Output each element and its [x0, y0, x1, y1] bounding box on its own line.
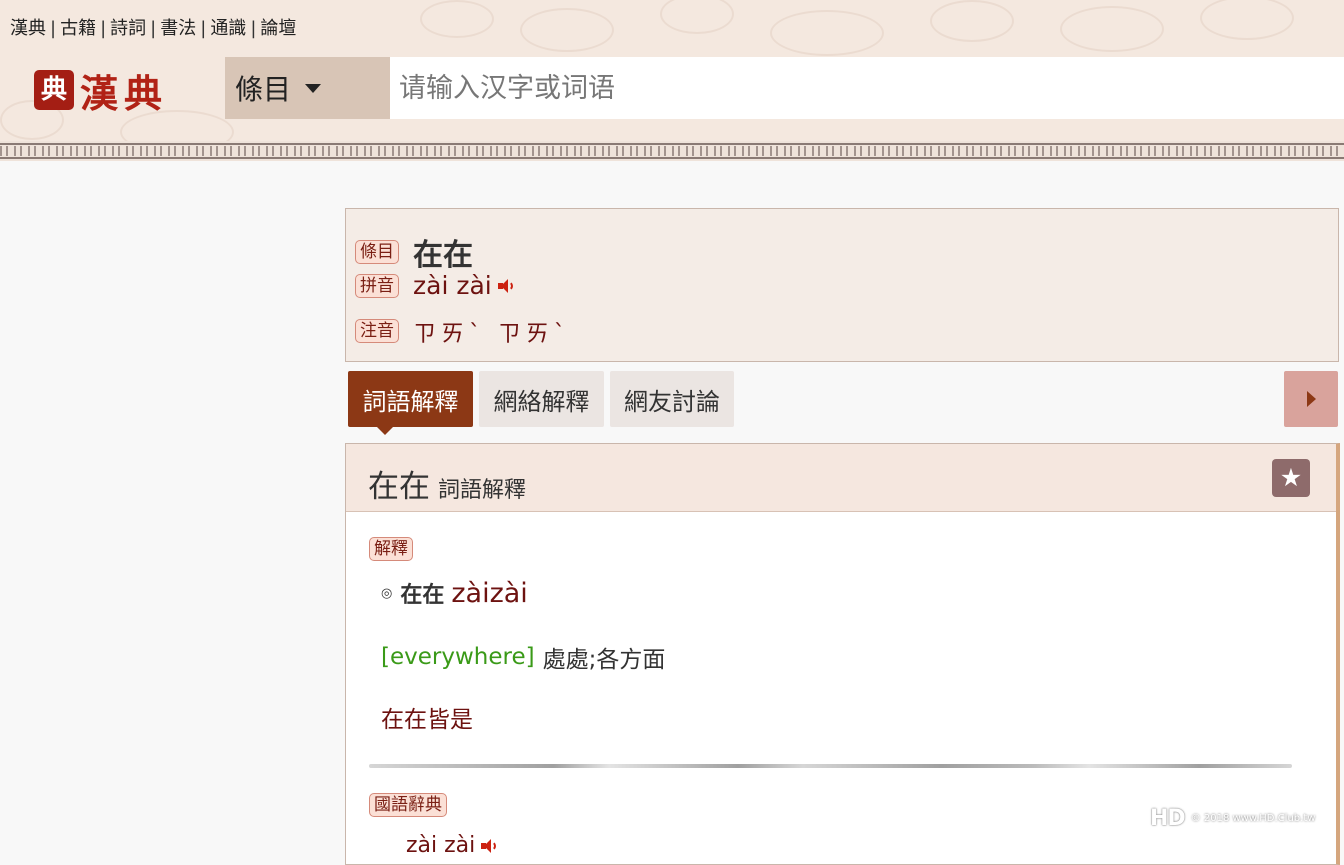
term-label: 條目: [355, 240, 399, 264]
panel-title-sub: 詞語解釋: [438, 478, 527, 503]
cloud-decoration: [1200, 0, 1294, 40]
entry-zhuyin-row: 注音 ㄗㄞˋ ㄗㄞˋ: [355, 314, 570, 348]
nav-separator: |: [100, 18, 107, 39]
cloud-decoration: [1060, 6, 1164, 52]
top-nav-luntan[interactable]: 論壇: [260, 18, 296, 39]
entry-pinyin-row: 拼音 zài zài: [355, 271, 514, 300]
star-icon: ★: [1279, 463, 1303, 492]
zhuyin-label: 注音: [355, 319, 399, 343]
section-divider: [369, 764, 1292, 768]
entry-term-row: 條目 在在: [355, 230, 473, 274]
search-category-label: 條目: [235, 73, 292, 106]
definition-headword: ◎ 在在 zàizài: [381, 577, 528, 609]
explanation-panel: 在在 詞語解釋 ★ 解釋 ◎ 在在 zàizài [everywhere] 處處…: [345, 443, 1340, 865]
top-nav-guji[interactable]: 古籍: [60, 18, 96, 39]
tab-web-explanation[interactable]: 網絡解釋: [479, 371, 604, 427]
cloud-decoration: [930, 0, 1014, 42]
bullet-icon: ◎: [381, 585, 393, 601]
nav-separator: |: [250, 18, 257, 39]
entry-card: 條目 在在 拼音 zài zài 注音 ㄗㄞˋ ㄗㄞˋ: [345, 208, 1339, 362]
top-nav-shufa[interactable]: 書法: [160, 18, 196, 39]
tab-user-discussion[interactable]: 網友討論: [610, 371, 734, 427]
watermark: HD © 2018 www.HD.Club.tw: [1150, 806, 1315, 831]
cloud-decoration: [420, 0, 494, 38]
definition-line: [everywhere] 處處;各方面: [381, 640, 665, 674]
logo-seal-icon: 典: [34, 70, 74, 110]
top-nav-tongshi[interactable]: 通識: [210, 18, 246, 39]
panel-title-term: 在在: [368, 469, 430, 505]
nav-separator: |: [200, 18, 207, 39]
cloud-decoration: [660, 0, 734, 34]
site-logo[interactable]: 典 漢典: [34, 68, 168, 116]
logo-text: 漢典: [80, 70, 169, 116]
arrow-right-icon: [1307, 391, 1316, 407]
watermark-logo: HD: [1150, 806, 1186, 831]
site-header: 漢典 | 古籍 | 詩詞 | 書法 | 通識 | 論壇 典 漢典 條目: [0, 0, 1344, 145]
search-input[interactable]: [390, 57, 1344, 119]
definition-term: 在在: [400, 583, 445, 608]
search-category-select[interactable]: 條目: [225, 57, 390, 119]
nav-separator: |: [150, 18, 157, 39]
section-tag-explanation: 解釋: [369, 537, 413, 561]
entry-pinyin: zài zài: [413, 271, 492, 300]
nav-separator: |: [50, 18, 57, 39]
top-nav: 漢典 | 古籍 | 詩詞 | 書法 | 通識 | 論壇: [10, 14, 296, 40]
caret-down-icon: [305, 83, 322, 93]
entry-term: 在在: [413, 238, 473, 273]
speaker-icon[interactable]: [481, 838, 497, 854]
tab-word-explanation[interactable]: 詞語解釋: [348, 371, 473, 435]
watermark-text: © 2018 www.HD.Club.tw: [1190, 813, 1316, 824]
panel-title: 在在 詞語解釋: [368, 461, 526, 506]
section-tag-guoyu-dictionary: 國語辭典: [369, 793, 447, 817]
cloud-decoration: [770, 10, 884, 56]
guoyu-pinyin: zài zài: [406, 833, 497, 858]
tabs-next-button[interactable]: [1284, 371, 1338, 427]
definition-example: 在在皆是: [381, 707, 473, 733]
cloud-decoration: [520, 8, 614, 52]
pinyin-label: 拼音: [355, 273, 399, 298]
favorite-button[interactable]: ★: [1272, 459, 1310, 497]
definition-english: [everywhere]: [381, 644, 535, 670]
greek-key-pattern: [0, 146, 1344, 156]
top-nav-shici[interactable]: 詩詞: [110, 18, 146, 39]
panel-header: 在在 詞語解釋 ★: [346, 444, 1336, 512]
definition-chinese: 處處;各方面: [542, 647, 666, 673]
definition-pinyin: zàizài: [451, 577, 528, 609]
entry-zhuyin: ㄗㄞˋ ㄗㄞˋ: [413, 321, 571, 347]
top-nav-handian[interactable]: 漢典: [10, 18, 46, 39]
speaker-icon[interactable]: [497, 278, 514, 294]
greek-key-border: [0, 141, 1344, 161]
